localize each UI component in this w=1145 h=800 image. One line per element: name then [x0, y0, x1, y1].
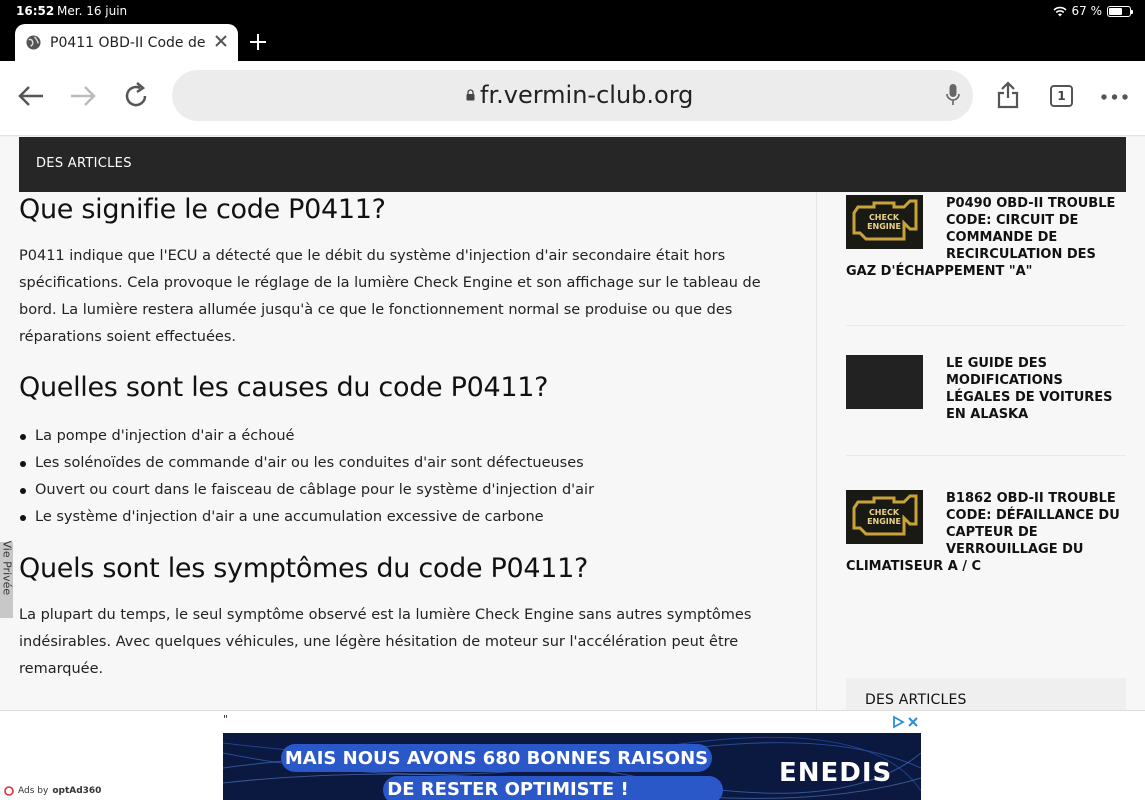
address-bar[interactable]: fr.vermin-club.org	[172, 70, 973, 121]
privacy-tab[interactable]: Vie Privée	[0, 541, 14, 618]
lock-icon	[466, 89, 475, 101]
paragraph-symptoms: La plupart du temps, le seul symptôme ob…	[19, 607, 752, 677]
ad-brand-logo: ENEDIS	[779, 758, 893, 788]
sidebar-article-1[interactable]: CHECK ENGINE P0490 OBD-II TROUBLE CODE: …	[846, 195, 1126, 280]
site-nav-bar: DES ARTICLES	[19, 137, 1126, 192]
sidebar-separator	[846, 325, 1126, 326]
globe-icon	[26, 35, 41, 50]
new-tab-button[interactable]	[248, 32, 268, 52]
microphone-icon[interactable]	[946, 83, 960, 107]
dark-thumbnail[interactable]	[846, 355, 923, 409]
reload-icon[interactable]	[121, 81, 151, 111]
causes-list: La pompe d'injection d'air a échoué Les …	[19, 423, 594, 531]
check-engine-icon: CHECK ENGINE	[846, 195, 923, 249]
thumb-text-engine: ENGINE	[867, 222, 901, 231]
check-engine-thumbnail[interactable]: CHECK ENGINE	[846, 490, 923, 544]
thumb-text-engine: ENGINE	[867, 517, 901, 526]
ad-banner: " MAIS NOUS AVONS 680 BONNES RAISONS DE …	[0, 710, 1145, 800]
thumb-text-check: CHECK	[869, 508, 900, 517]
ad-headline-line-2: DE RESTER OPTIMISTE !	[387, 779, 629, 800]
column-divider	[816, 192, 817, 710]
tab-switcher-button[interactable]: 1	[1050, 85, 1073, 107]
ads-by-label[interactable]: Ads by optAd360	[4, 786, 101, 796]
battery-percent: 67 %	[1071, 4, 1103, 18]
ads-by-name: optAd360	[52, 786, 102, 796]
sidebar-article-title[interactable]: LE GUIDE DES MODIFICATIONS LÉGALES DE VO…	[946, 356, 1113, 422]
ad-creative[interactable]: MAIS NOUS AVONS 680 BONNES RAISONS DE RE…	[223, 733, 921, 800]
nav-articles-link[interactable]: DES ARTICLES	[36, 156, 132, 171]
list-item: Les solénoïdes de commande d'air ou les …	[19, 450, 594, 477]
ad-headline-line-1: MAIS NOUS AVONS 680 BONNES RAISONS	[284, 748, 709, 769]
check-engine-thumbnail[interactable]: CHECK ENGINE	[846, 195, 923, 249]
heading-symptoms: Quels sont les symptômes du code P0411?	[19, 553, 589, 584]
list-item: Ouvert ou court dans le faisceau de câbl…	[19, 477, 594, 504]
browser-window: { "status": { "time": "16:52", "date": "…	[0, 0, 1145, 800]
privacy-tab-label[interactable]: Vie Privée	[1, 541, 14, 617]
status-bar: 16:52 Mer. 16 juin 67 %	[0, 0, 1145, 24]
optad-logo-icon	[4, 786, 14, 796]
heading-meaning: Que signifie le code P0411?	[19, 194, 386, 225]
status-date: Mer. 16 juin	[57, 4, 128, 18]
sidebar-separator	[846, 455, 1126, 456]
url-text[interactable]: fr.vermin-club.org	[480, 81, 693, 109]
battery-icon	[1107, 5, 1133, 17]
back-arrow-icon[interactable]	[16, 81, 46, 111]
status-right: 67 %	[1052, 4, 1133, 18]
status-time: 16:52	[16, 4, 55, 18]
tab-active[interactable]: P0411 OBD-II Code de pa	[15, 24, 238, 61]
heading-causes: Quelles sont les causes du code P0411?	[19, 372, 549, 403]
thumb-text-check: CHECK	[869, 213, 900, 222]
sidebar-article-2[interactable]: LE GUIDE DES MODIFICATIONS LÉGALES DE VO…	[846, 355, 1126, 423]
browser-toolbar: fr.vermin-club.org 1	[0, 61, 1145, 136]
paragraph-meaning: P0411 indique que l'ECU a détecté que le…	[19, 248, 761, 345]
more-options-icon[interactable]	[1101, 94, 1128, 100]
tab-strip: P0411 OBD-II Code de pa	[0, 24, 1145, 61]
adchoices-icon[interactable]	[892, 715, 920, 729]
ad-quote-mark: "	[223, 713, 229, 726]
ads-by-prefix: Ads by	[18, 786, 49, 796]
tab-title: P0411 OBD-II Code de pa	[50, 34, 210, 51]
check-engine-icon: CHECK ENGINE	[846, 490, 923, 544]
list-item: Le système d'injection d'air a une accum…	[19, 504, 594, 531]
sidebar-articles-box: DES ARTICLES	[846, 678, 1126, 710]
sidebar-box-heading: DES ARTICLES	[865, 692, 967, 708]
forward-arrow-icon[interactable]	[68, 81, 98, 111]
list-item: La pompe d'injection d'air a échoué	[19, 423, 594, 450]
web-page: DES ARTICLES Que signifie le code P0411?…	[0, 137, 1145, 710]
sidebar-article-3[interactable]: CHECK ENGINE B1862 OBD-II TROUBLE CODE: …	[846, 490, 1126, 575]
wifi-icon	[1052, 6, 1067, 16]
close-tab-icon[interactable]	[213, 33, 229, 49]
share-icon[interactable]	[996, 81, 1020, 109]
